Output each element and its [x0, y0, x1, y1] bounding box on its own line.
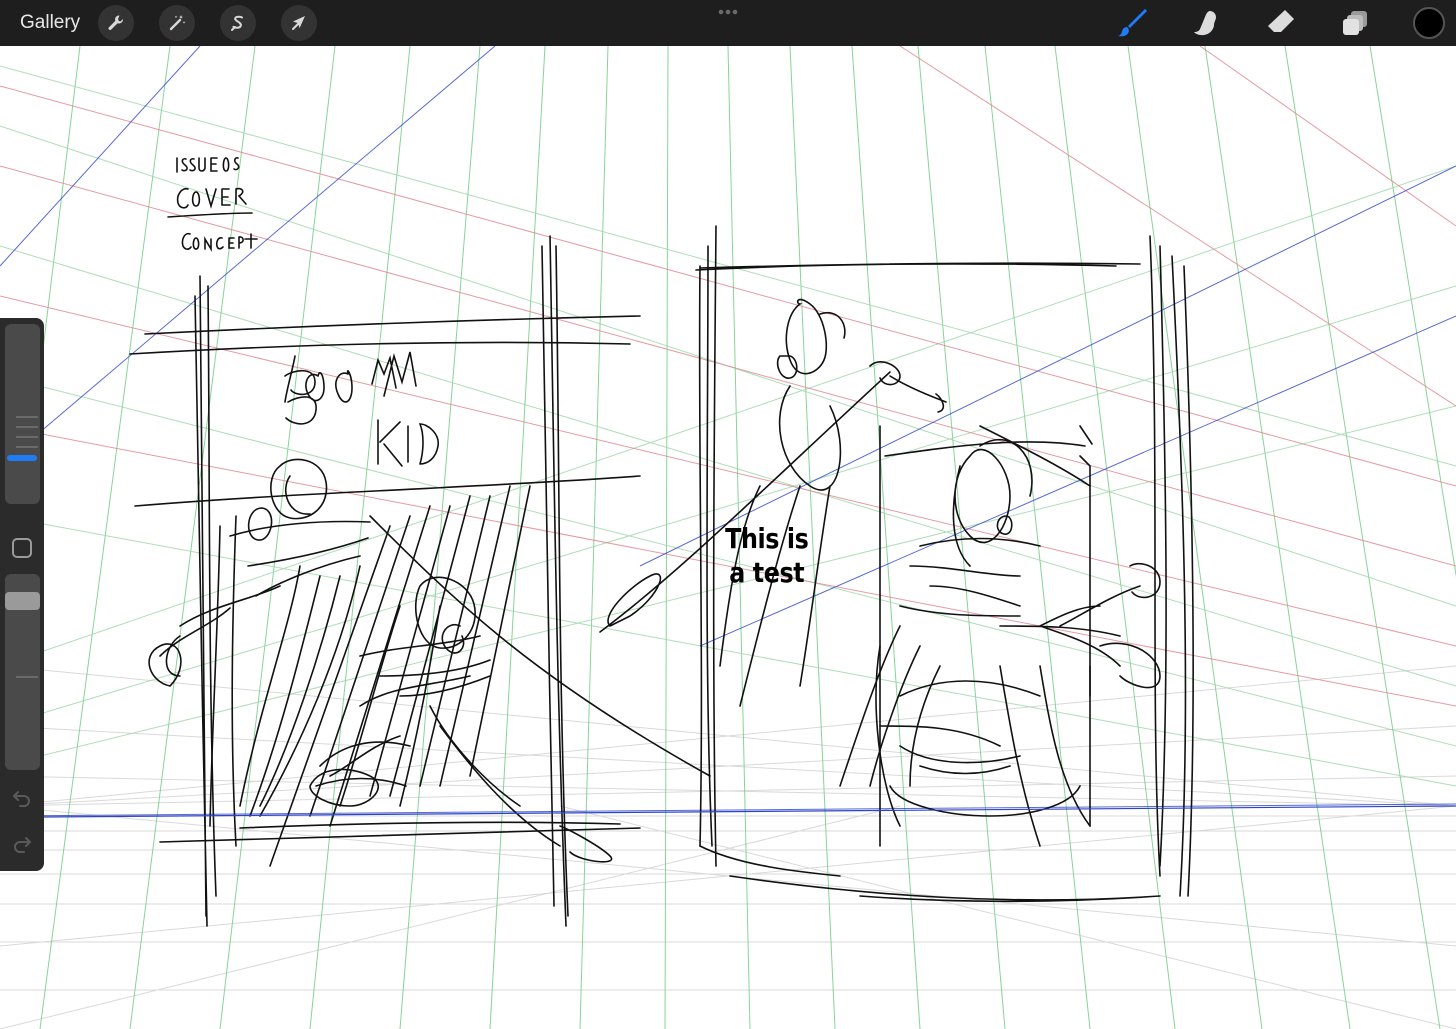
brush-size-slider[interactable] — [5, 324, 40, 504]
handwritten-note — [167, 157, 258, 252]
text-layer[interactable]: This is a test — [720, 522, 814, 590]
brush-opacity-handle[interactable] — [5, 592, 40, 610]
adjustments-button[interactable] — [159, 5, 196, 41]
toolbar-drag-handle[interactable] — [712, 4, 744, 16]
magic-wand-icon — [169, 15, 186, 31]
size-tick — [16, 436, 38, 438]
modify-button[interactable] — [12, 538, 32, 558]
selection-button[interactable] — [220, 5, 257, 41]
brush-tool-button[interactable] — [1114, 5, 1150, 41]
layers-icon — [1343, 11, 1367, 35]
eraser-icon — [1268, 10, 1294, 35]
wrench-icon — [108, 15, 124, 30]
eraser-tool-button[interactable] — [1263, 5, 1299, 41]
redo-icon — [14, 837, 31, 853]
top-toolbar: Gallery — [0, 0, 1456, 46]
undo-button[interactable] — [10, 786, 34, 810]
undo-icon — [13, 791, 30, 807]
size-tick — [16, 426, 38, 428]
size-tick — [16, 446, 38, 448]
layers-button[interactable] — [1338, 5, 1374, 41]
smudge-finger-icon — [1194, 11, 1216, 36]
brush-size-handle[interactable] — [7, 455, 37, 461]
smudge-tool-button[interactable] — [1188, 5, 1224, 41]
redo-button[interactable] — [10, 832, 34, 856]
brush-icon — [1118, 9, 1147, 37]
horizon-line — [43, 805, 1456, 818]
size-tick — [16, 416, 38, 418]
opacity-tick — [16, 676, 38, 678]
arrow-cursor-icon — [292, 16, 306, 30]
color-picker-button[interactable] — [1413, 7, 1445, 39]
left-cover-sketch — [129, 235, 711, 927]
brush-sidebar — [0, 318, 44, 871]
right-cover-sketch — [599, 225, 1195, 903]
transform-button[interactable] — [281, 5, 318, 41]
actions-button[interactable] — [98, 5, 135, 41]
gallery-button[interactable]: Gallery — [20, 12, 80, 34]
selection-s-icon — [231, 15, 244, 31]
